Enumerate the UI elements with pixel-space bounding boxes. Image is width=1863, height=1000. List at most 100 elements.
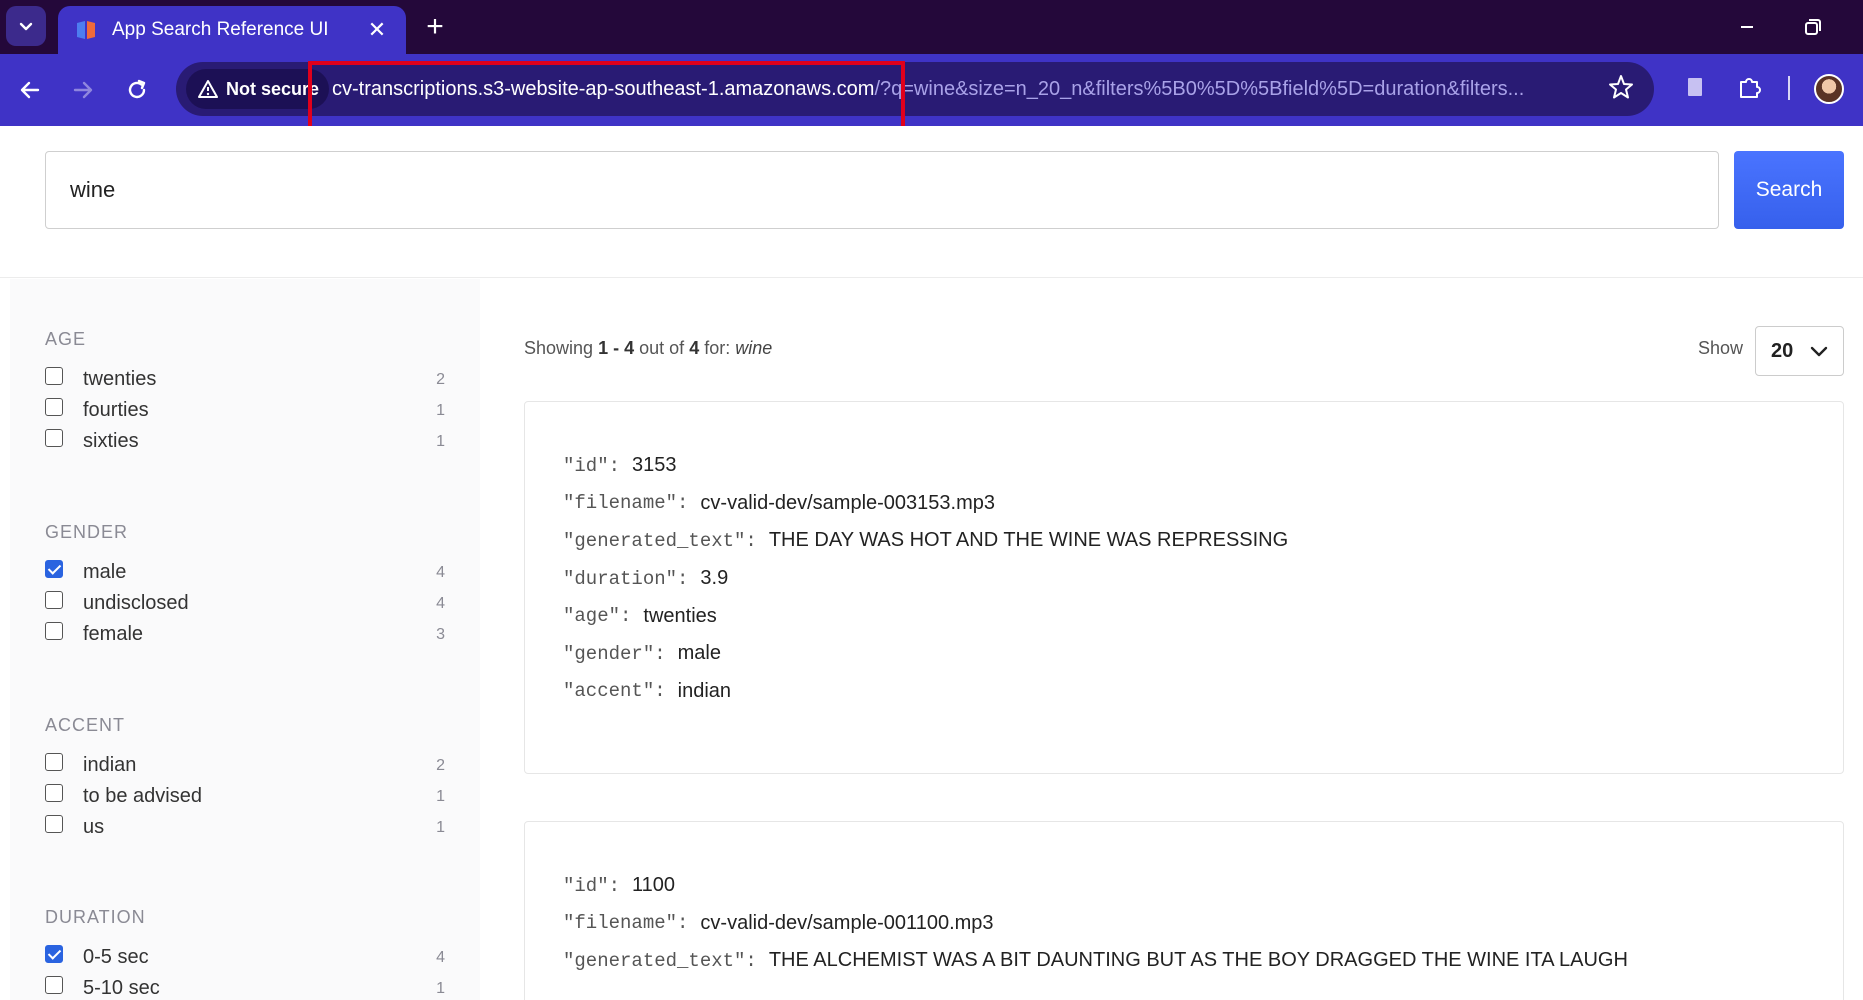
results-end: 4	[624, 338, 635, 358]
facet-option-label: 5-10 sec	[83, 977, 160, 999]
facet-accent: ACCENT indian 2 to be advised 1 us 1	[45, 715, 445, 843]
facet-option-label: undisclosed	[83, 592, 189, 614]
checkbox[interactable]	[45, 366, 63, 385]
facet-option-label: to be advised	[83, 785, 202, 807]
facet-option-label: sixties	[83, 430, 139, 452]
warning-triangle-icon	[198, 80, 218, 98]
facet-option[interactable]: to be advised 1	[45, 781, 445, 812]
checkbox[interactable]	[45, 814, 63, 833]
reload-button[interactable]	[119, 72, 155, 108]
search-button[interactable]: Search	[1734, 151, 1844, 229]
reading-list-icon[interactable]	[1678, 70, 1712, 104]
results-start: 1	[598, 338, 609, 358]
extensions-puzzle-icon[interactable]	[1732, 70, 1766, 104]
facet-option-count: 2	[436, 370, 445, 388]
url-highlight-box	[308, 61, 905, 133]
field-key: "filename":	[563, 492, 689, 515]
facet-option-count: 1	[436, 979, 445, 997]
facet-option-count: 3	[436, 625, 445, 643]
page-size-value: 20	[1771, 339, 1794, 362]
search-input[interactable]	[45, 151, 1719, 229]
result-field-accent: "accent": indian	[563, 673, 1805, 711]
security-label: Not secure	[226, 78, 320, 99]
facet-option-count: 1	[436, 787, 445, 805]
results-prefix: Showing	[524, 338, 594, 358]
browser-tab-bar: App Search Reference UI ✕ +	[0, 0, 1863, 54]
facet-option-count: 4	[436, 563, 445, 581]
facet-option-label: female	[83, 623, 144, 645]
facet-option[interactable]: 0-5 sec 4	[45, 942, 445, 973]
checkbox[interactable]	[45, 783, 63, 802]
facet-option[interactable]: undisclosed 4	[45, 588, 445, 619]
chevron-down-icon	[1810, 346, 1828, 357]
checkbox[interactable]	[45, 975, 63, 994]
field-key: "id":	[563, 454, 621, 477]
checkbox[interactable]	[45, 621, 63, 640]
result-field-generated-text: "generated_text": THE ALCHEMIST WAS A BIT…	[563, 942, 1805, 980]
result-card: "id": 3153 "filename": cv-valid-dev/sample…	[524, 401, 1844, 774]
result-card: "id": 1100 "filename": cv-valid-dev/sample…	[524, 821, 1844, 1000]
facet-sidebar: AGE twenties 2 fourties 1 sixties 1 GENDER …	[10, 279, 480, 1000]
facet-option[interactable]: twenties 2	[45, 364, 445, 395]
field-key: "gender":	[563, 642, 666, 665]
chevron-down-icon	[19, 22, 33, 31]
field-value: 3.9	[700, 567, 729, 590]
facet-option[interactable]: sixties 1	[45, 426, 445, 457]
tab-close-icon[interactable]: ✕	[364, 17, 390, 43]
facet-option[interactable]: indian 2	[45, 750, 445, 781]
checkbox[interactable]	[45, 752, 63, 771]
forward-button[interactable]	[65, 72, 101, 108]
profile-avatar[interactable]	[1814, 74, 1844, 104]
bookmark-star-icon[interactable]	[1604, 70, 1638, 104]
facet-title: DURATION	[45, 907, 146, 927]
facet-option-label: twenties	[83, 368, 157, 390]
results-dash: -	[613, 338, 620, 358]
field-key: "filename":	[563, 912, 689, 935]
page-size-select[interactable]: 20	[1755, 326, 1844, 376]
new-tab-plus-icon[interactable]: +	[418, 10, 452, 44]
back-button[interactable]	[12, 72, 48, 108]
field-key: "generated_text":	[563, 949, 757, 972]
checkbox[interactable]	[45, 428, 63, 447]
app-page: Search AGE twenties 2 fourties 1 sixties 1 …	[0, 126, 1863, 1000]
arrow-left-icon	[20, 81, 40, 99]
window-restore-icon[interactable]	[1796, 10, 1830, 44]
show-label: Show	[1698, 338, 1744, 358]
facet-option-label: indian	[83, 754, 137, 776]
checkbox-checked[interactable]	[45, 944, 63, 963]
facet-duration: DURATION 0-5 sec 4 5-10 sec 1	[45, 907, 445, 1000]
arrow-right-icon	[73, 81, 93, 99]
browser-tab-active[interactable]: App Search Reference UI ✕	[58, 6, 406, 54]
field-value: 1100	[632, 874, 676, 897]
facet-option-count: 1	[436, 432, 445, 450]
facet-title: AGE	[45, 329, 87, 349]
field-value: cv-valid-dev/sample-001100.mp3	[700, 911, 994, 934]
result-field-id: "id": 3153	[563, 447, 1805, 485]
result-field-id: "id": 1100	[563, 867, 1805, 905]
field-value: THE DAY WAS HOT AND THE WINE WAS REPRESS…	[768, 529, 1289, 552]
field-value: 3153	[632, 454, 677, 477]
facet-option[interactable]: 5-10 sec 1	[45, 973, 445, 1000]
browser-toolbar: Not secure cv-transcriptions.s3-website-…	[0, 54, 1863, 126]
search-bar-row: Search	[0, 126, 1863, 278]
checkbox[interactable]	[45, 397, 63, 416]
facet-option[interactable]: us 1	[45, 812, 445, 843]
result-field-duration: "duration": 3.9	[563, 560, 1805, 598]
facet-option-count: 2	[436, 756, 445, 774]
results-summary: Showing 1 - 4 out of 4 for: wine	[524, 338, 772, 359]
facet-option-label: 0-5 sec	[83, 946, 149, 968]
facet-option-count: 4	[436, 594, 445, 612]
checkbox-checked[interactable]	[45, 559, 63, 578]
facet-gender: GENDER male 4 undisclosed 4 female 3	[45, 522, 445, 650]
field-key: "age":	[563, 605, 632, 628]
facet-option[interactable]: female 3	[45, 619, 445, 650]
facet-option[interactable]: fourties 1	[45, 395, 445, 426]
facet-option[interactable]: male 4	[45, 557, 445, 588]
checkbox[interactable]	[45, 590, 63, 609]
results-query: wine	[735, 338, 773, 358]
toolbar-separator	[1788, 76, 1790, 100]
facet-option-label: us	[83, 816, 105, 838]
window-minimize-icon[interactable]	[1730, 10, 1764, 44]
tab-search-dropdown-button[interactable]	[6, 6, 46, 46]
field-value: indian	[677, 679, 732, 702]
